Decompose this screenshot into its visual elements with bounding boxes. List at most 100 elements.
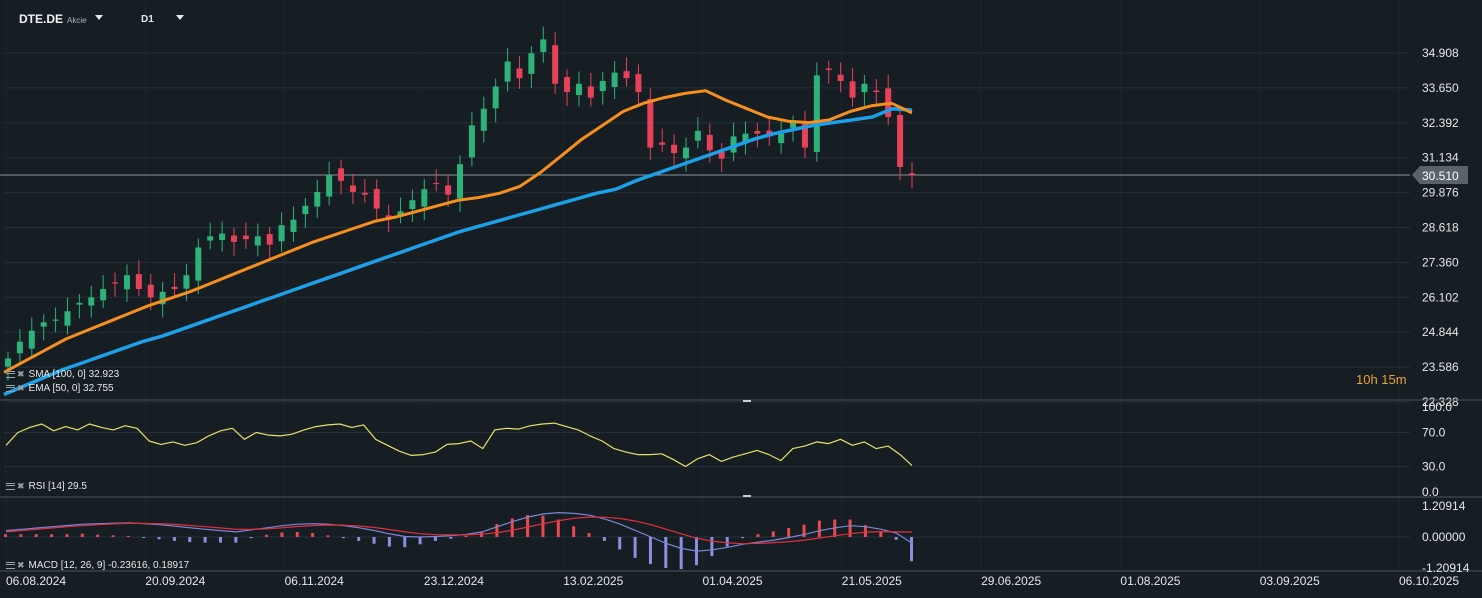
settings-icon[interactable] xyxy=(6,370,15,378)
macd-histogram-bar xyxy=(311,533,315,537)
candle-body xyxy=(909,173,915,176)
close-icon[interactable]: ✖ xyxy=(17,369,25,380)
candle-body xyxy=(16,341,23,354)
candle-body xyxy=(564,77,571,93)
candle-body xyxy=(659,142,666,145)
chevron-down-icon xyxy=(175,14,184,20)
pane-resize-handle[interactable] xyxy=(743,400,751,402)
date-tick-label: 21.05.2025 xyxy=(842,574,902,588)
macd-histogram-bar xyxy=(4,534,7,537)
candle-body xyxy=(552,45,559,84)
candle-body xyxy=(575,83,582,96)
settings-icon[interactable] xyxy=(6,482,15,490)
settings-icon[interactable] xyxy=(6,384,15,392)
candle-body xyxy=(849,81,856,98)
macd-histogram-bar xyxy=(756,534,760,537)
ema-label: EMA [50, 0] 32.755 xyxy=(28,383,114,394)
candle-body xyxy=(611,72,618,88)
candle-body xyxy=(183,275,190,289)
price-tick-label: 24.844 xyxy=(1422,325,1459,339)
date-tick-label: 20.09.2024 xyxy=(145,574,205,588)
candle-body xyxy=(290,219,297,232)
macd-histogram-bar xyxy=(418,537,422,545)
macd-histogram-bar xyxy=(50,534,54,537)
macd-histogram-bar xyxy=(172,537,176,541)
candle-body xyxy=(457,164,463,199)
rsi-label: RSI [14] 29.5 xyxy=(28,481,87,492)
macd-histogram-bar xyxy=(234,537,238,543)
macd-histogram-bar xyxy=(341,537,345,539)
macd-histogram-bar xyxy=(633,537,637,558)
macd-tick-label: 1.20914 xyxy=(1422,499,1466,513)
date-tick-label: 29.06.2025 xyxy=(981,574,1041,588)
price-tick-label: 27.360 xyxy=(1422,255,1459,269)
candle-body xyxy=(433,182,440,184)
symbol-selector[interactable]: DTE.DE Akcie xyxy=(19,12,103,26)
settings-icon[interactable] xyxy=(6,561,15,569)
macd-histogram-bar xyxy=(203,537,207,543)
macd-histogram-bar xyxy=(34,534,38,537)
candle-body xyxy=(813,75,820,152)
pane-resize-handle[interactable] xyxy=(743,495,751,497)
candle-body xyxy=(373,189,380,209)
chevron-down-icon xyxy=(94,15,103,21)
macd-histogram-bar xyxy=(464,535,468,537)
macd-histogram-bar xyxy=(741,537,745,539)
macd-histogram-bar xyxy=(771,531,775,537)
candle-body xyxy=(790,122,797,128)
macd-histogram-bar xyxy=(65,534,69,537)
candle-body xyxy=(314,191,321,207)
timeframe-selector[interactable]: D1 xyxy=(141,14,184,25)
macd-histogram-bar xyxy=(326,535,330,537)
indicator-legend-sma[interactable]: ✖ SMA [100, 0] 32.923 xyxy=(6,369,119,380)
candle-body xyxy=(421,189,428,207)
price-tick-label: 28.618 xyxy=(1422,221,1459,235)
date-tick-label: 23.12.2024 xyxy=(424,574,484,588)
price-tick-label: 32.392 xyxy=(1422,116,1459,130)
macd-tick-label: -1.20914 xyxy=(1422,561,1470,575)
macd-histogram-bar xyxy=(541,515,545,537)
rsi-tick-label: 30.0 xyxy=(1422,460,1446,474)
candle-body xyxy=(540,39,547,53)
indicator-legend-rsi[interactable]: ✖ RSI [14] 29.5 xyxy=(6,481,87,492)
chart-header: DTE.DE Akcie D1 xyxy=(0,0,1410,36)
candle-body xyxy=(40,322,47,327)
symbol-type: Akcie xyxy=(67,16,87,25)
macd-histogram-bar xyxy=(618,537,622,550)
price-tick-label: 29.876 xyxy=(1422,186,1459,200)
macd-histogram-bar xyxy=(710,537,714,557)
macd-histogram-bar xyxy=(526,515,530,537)
indicator-legend-ema[interactable]: ✖ EMA [50, 0] 32.755 xyxy=(6,383,114,394)
candle-body xyxy=(445,185,452,195)
macd-histogram-bar xyxy=(648,537,652,565)
macd-label: MACD [12, 26, 9] -0.23616, 0.18917 xyxy=(28,560,190,571)
price-tick-label: 31.134 xyxy=(1422,151,1459,165)
candle-body xyxy=(694,130,701,141)
close-icon[interactable]: ✖ xyxy=(17,481,25,492)
price-tick-label: 26.102 xyxy=(1422,290,1459,304)
chart-canvas[interactable]: 34.908 33.650 32.392 31.134 29.876 28.618 27.3… xyxy=(0,0,1482,598)
candle-body xyxy=(861,83,868,93)
candle-body xyxy=(516,68,523,79)
candle-body xyxy=(254,236,261,246)
candle-body xyxy=(635,74,642,93)
macd-histogram-bar xyxy=(725,537,729,547)
candle-body xyxy=(76,302,83,305)
candle-body xyxy=(837,74,844,81)
close-icon[interactable]: ✖ xyxy=(17,383,25,394)
candle-body xyxy=(778,133,785,144)
macd-histogram-bar xyxy=(817,520,821,537)
date-tick-label: 01.08.2025 xyxy=(1120,574,1180,588)
candle-body xyxy=(52,319,59,321)
close-icon[interactable]: ✖ xyxy=(17,560,25,571)
date-tick-label: 01.04.2025 xyxy=(703,574,763,588)
macd-histogram-bar xyxy=(556,519,560,537)
candle-body xyxy=(135,274,142,290)
indicator-legend-macd[interactable]: ✖ MACD [12, 26, 9] -0.23616, 0.18917 xyxy=(6,560,189,571)
macd-histogram-bar xyxy=(664,537,668,569)
symbol-name: DTE.DE xyxy=(19,12,64,26)
macd-histogram-bar xyxy=(295,531,299,537)
macd-histogram-bar xyxy=(587,533,591,537)
price-tick-label: 33.650 xyxy=(1422,81,1459,95)
date-tick-label: 06.10.2025 xyxy=(1399,574,1459,588)
